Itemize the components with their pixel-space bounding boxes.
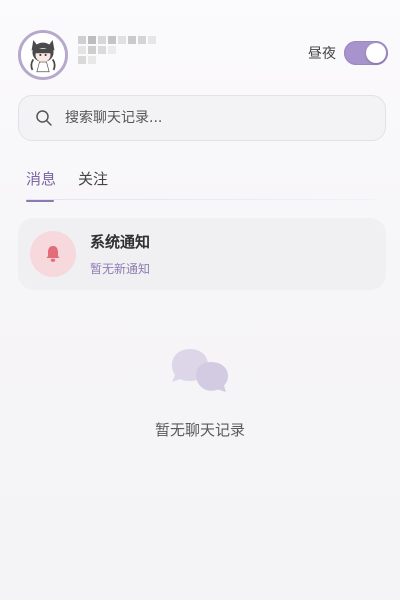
notification-title: 系统通知 — [90, 233, 151, 251]
tab-messages[interactable]: 消息 — [26, 168, 56, 202]
search-input[interactable] — [65, 110, 335, 126]
notification-subtitle: 暂无新通知 — [90, 262, 151, 276]
avatar[interactable] — [18, 30, 68, 80]
bell-icon-wrapper — [30, 231, 76, 277]
tab-bar: 消息 关注 — [26, 168, 108, 202]
empty-state: 暂无聊天记录 — [0, 345, 400, 440]
chat-bubbles-icon — [172, 349, 228, 392]
bell-icon — [46, 246, 60, 262]
night-mode-label: 昼夜 — [308, 46, 336, 62]
search-bar[interactable] — [18, 95, 386, 141]
notification-text: 系统通知 暂无新通知 — [90, 231, 150, 277]
night-mode-control: 昼夜 — [308, 40, 388, 66]
search-icon — [36, 110, 52, 126]
tab-following[interactable]: 关注 — [78, 168, 108, 202]
tab-divider — [26, 199, 376, 200]
header: 昼夜 — [18, 28, 388, 84]
avatar-image — [21, 33, 65, 77]
empty-state-text: 暂无聊天记录 — [154, 421, 245, 439]
username-obscured — [78, 36, 172, 76]
toggle-knob — [366, 43, 386, 63]
night-mode-toggle[interactable] — [344, 41, 388, 65]
chat-page: 昼夜 消息 关注 系统通知 暂无新通知 — [0, 0, 400, 600]
system-notification-item[interactable]: 系统通知 暂无新通知 — [18, 218, 386, 290]
